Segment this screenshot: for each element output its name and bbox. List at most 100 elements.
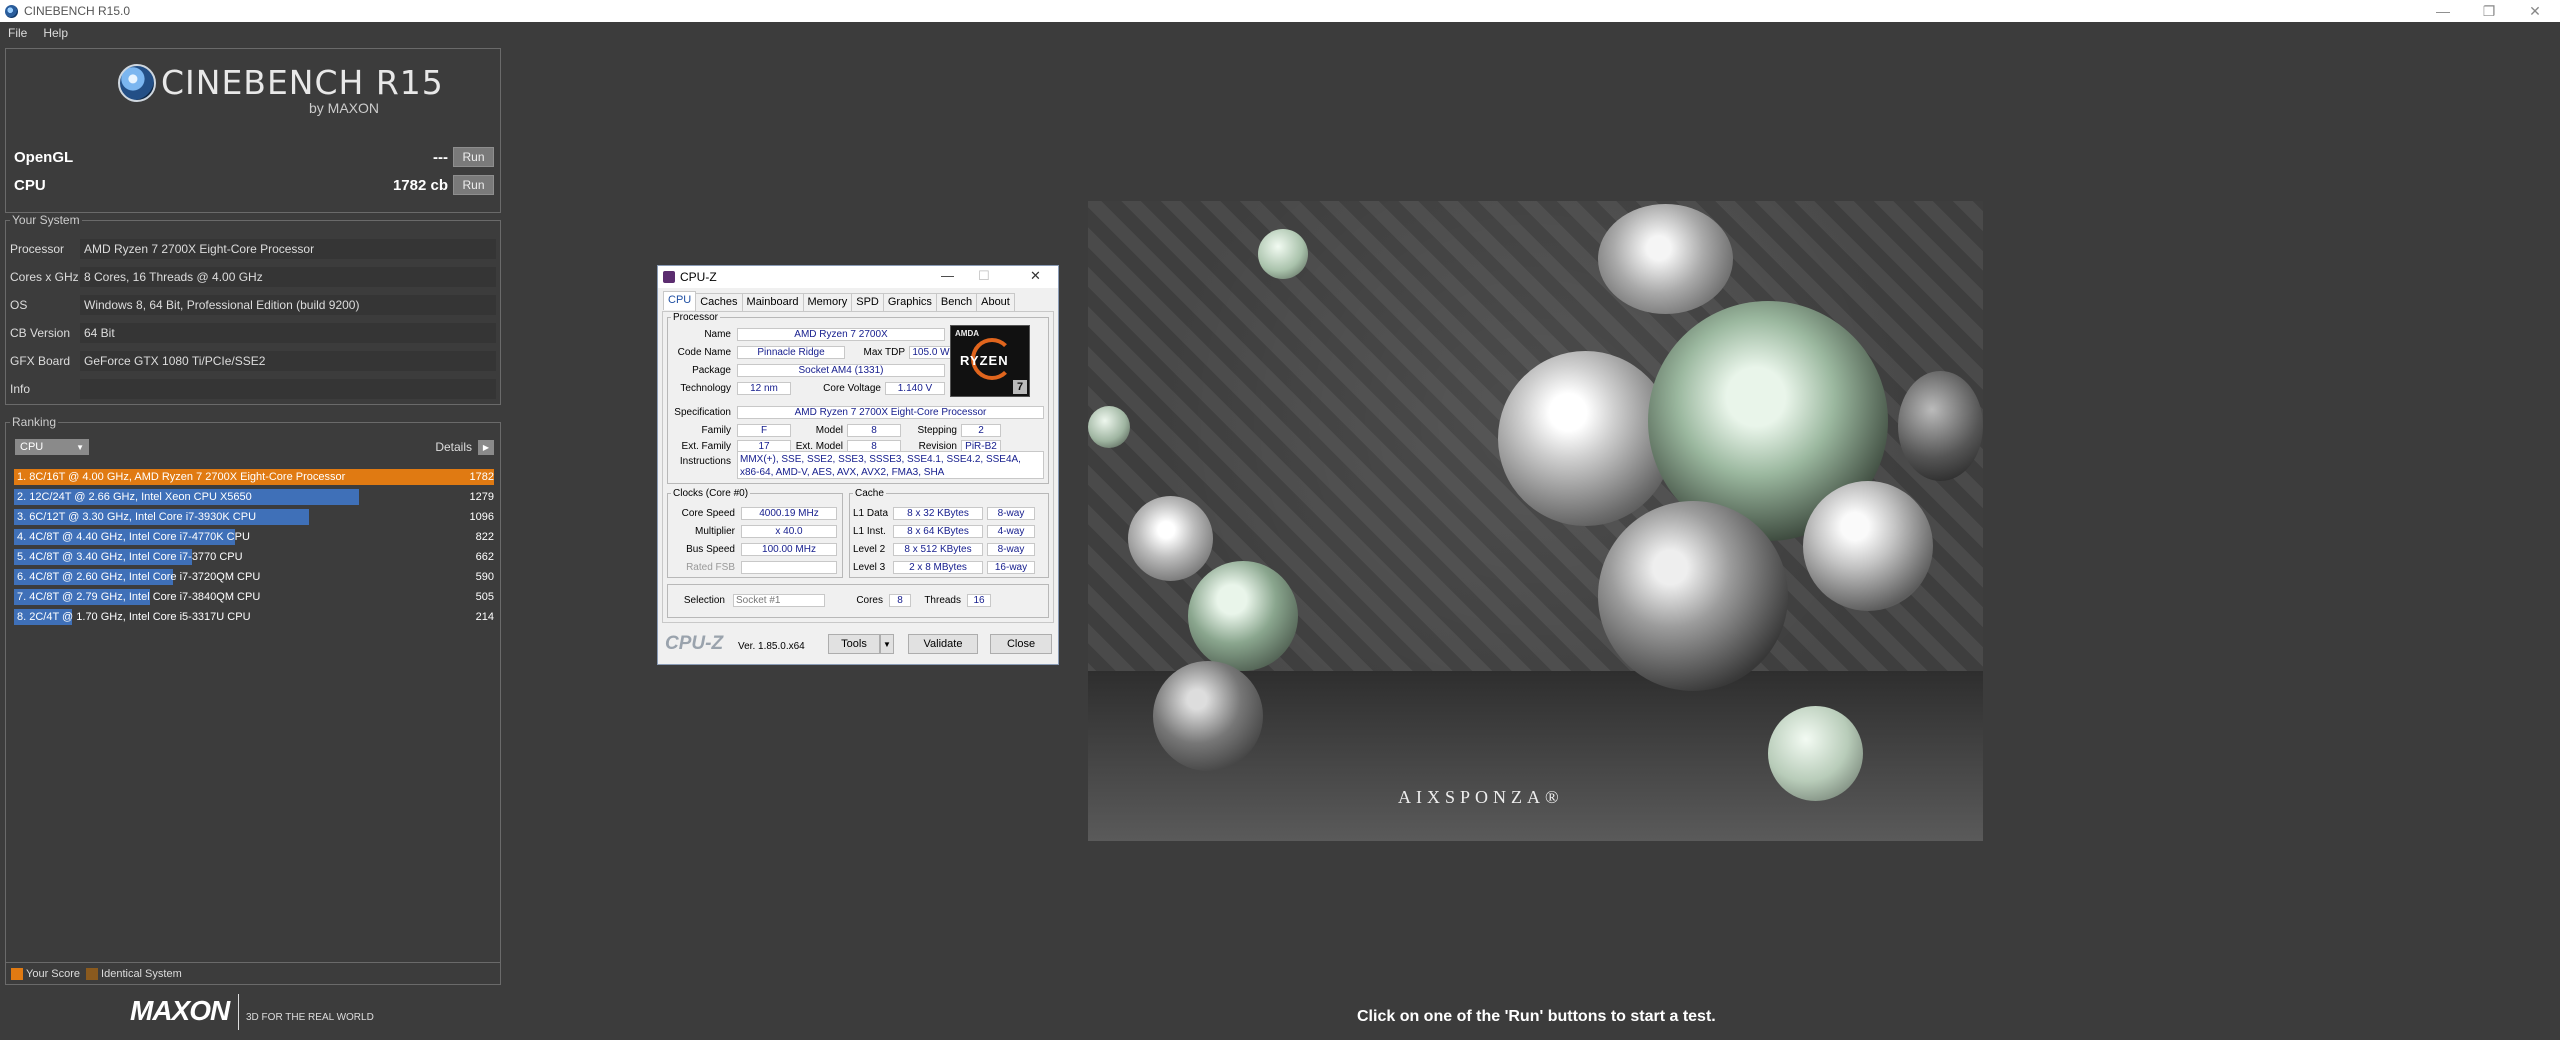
processor-legend: Processor [673, 312, 719, 323]
multiplier-value: x 40.0 [741, 524, 837, 538]
ranking-item[interactable]: 4. 4C/8T @ 4.40 GHz, Intel Core i7-4770K… [14, 527, 494, 547]
opengl-score: --- [433, 148, 448, 166]
tab-about[interactable]: About [976, 293, 1015, 312]
tab-bench[interactable]: Bench [935, 293, 978, 312]
cache-legend: Cache [855, 488, 884, 499]
revision-label: Revision [918, 440, 957, 452]
voltage-label: Core Voltage [823, 382, 881, 394]
codename-label: Code Name [677, 346, 731, 358]
ryzen-tier-badge: 7 [1013, 380, 1027, 394]
technology-label: Technology [680, 382, 731, 394]
system-key: Info [10, 382, 31, 396]
instructions-value: MMX(+), SSE, SSE2, SSE3, SSSE3, SSE4.1, … [737, 451, 1044, 479]
system-value: AMD Ryzen 7 2700X Eight-Core Processor [80, 239, 496, 259]
ranking-item[interactable]: 8. 2C/4T @ 1.70 GHz, Intel Core i5-3317U… [14, 607, 494, 627]
restore-button[interactable]: ❐ [2466, 0, 2512, 22]
threads-value: 16 [967, 593, 991, 607]
ranking-item-score: 662 [475, 551, 494, 563]
l2-value: 8 x 512 KBytes [893, 542, 983, 556]
corespeed-value: 4000.19 MHz [741, 506, 837, 520]
tools-dropdown-arrow-icon[interactable]: ▼ [880, 634, 894, 654]
technology-row: Technology 12 nm Core Voltage 1.140 V [671, 381, 945, 395]
stepping-label: Stepping [917, 424, 957, 436]
selection-label: Selection [683, 594, 725, 606]
ranking-legend: Your Score Identical System [6, 962, 500, 984]
details-toggle-button[interactable]: ▶ [478, 440, 494, 455]
cpuz-maximize-button[interactable]: ☐ [978, 268, 990, 284]
cpuz-close-button[interactable]: ✕ [1030, 268, 1041, 284]
ranking-item-label: 4. 4C/8T @ 4.40 GHz, Intel Core i7-4770K… [17, 531, 250, 543]
l1d-row: L1 Data 8 x 32 KBytes 8-way [853, 506, 1035, 520]
render-sphere [1258, 229, 1308, 279]
close-cpuz-button[interactable]: Close [990, 634, 1052, 654]
threads-label: Threads [924, 594, 961, 606]
ranking-item[interactable]: 7. 4C/8T @ 2.79 GHz, Intel Core i7-3840Q… [14, 587, 494, 607]
opengl-score-row: OpenGL --- Run [14, 146, 498, 168]
render-sphere [1153, 661, 1263, 771]
busspeed-value: 100.00 MHz [741, 542, 837, 556]
close-button[interactable]: ✕ [2512, 0, 2558, 22]
technology-value: 12 nm [737, 381, 791, 395]
l3-row: Level 3 2 x 8 MBytes 16-way [853, 560, 1035, 574]
tab-graphics[interactable]: Graphics [882, 293, 937, 312]
ranking-type-select[interactable]: CPU ▼ [15, 439, 89, 455]
system-key: GFX Board [10, 354, 71, 368]
ranking-item-score: 1096 [469, 511, 494, 523]
ranking-list: 1. 8C/16T @ 4.00 GHz, AMD Ryzen 7 2700X … [14, 467, 494, 627]
tab-mainboard[interactable]: Mainboard [741, 293, 804, 312]
render-sphere [1598, 501, 1788, 691]
minimize-button[interactable]: — [2420, 0, 2466, 22]
cpu-score-row: CPU 1782 cb Run [14, 174, 498, 196]
ranking-item[interactable]: 3. 6C/12T @ 3.30 GHz, Intel Core i7-3930… [14, 507, 494, 527]
system-value: 8 Cores, 16 Threads @ 4.00 GHz [80, 267, 496, 287]
tab-memory[interactable]: Memory [802, 293, 853, 312]
tab-cpu[interactable]: CPU [663, 291, 697, 310]
render-sphere [1498, 351, 1673, 526]
cores-value: 8 [889, 593, 911, 607]
clocks-legend: Clocks (Core #0) [673, 488, 749, 499]
validate-button[interactable]: Validate [908, 634, 978, 654]
ranking-item[interactable]: 6. 4C/8T @ 2.60 GHz, Intel Core i7-3720Q… [14, 567, 494, 587]
opengl-run-button[interactable]: Run [453, 147, 494, 167]
codename-value: Pinnacle Ridge [737, 345, 845, 359]
tab-spd[interactable]: SPD [851, 293, 884, 312]
system-value: 64 Bit [80, 323, 496, 343]
tools-button[interactable]: Tools [828, 634, 880, 654]
package-row: Package Socket AM4 (1331) [671, 363, 945, 377]
selection-row: Selection Socket #1 Cores 8 Threads 16 [671, 593, 991, 607]
cpuz-minimize-button[interactable]: — [941, 268, 954, 283]
l2-label: Level 2 [853, 543, 886, 555]
ranking-type-value: CPU [20, 441, 44, 453]
opengl-label: OpenGL [14, 148, 74, 166]
socket-select[interactable]: Socket #1 [733, 593, 825, 607]
menu-help[interactable]: Help [35, 26, 76, 40]
system-row: CB Version 64 Bit [10, 322, 496, 344]
ranking-item[interactable]: 1. 8C/16T @ 4.00 GHz, AMD Ryzen 7 2700X … [14, 467, 494, 487]
ryzen7-logo: AMDA RYZEN 7 [950, 325, 1030, 397]
ranking-item[interactable]: 5. 4C/8T @ 3.40 GHz, Intel Core i7-3770 … [14, 547, 494, 567]
your-system-title: Your System [10, 213, 82, 227]
corespeed-row: Core Speed 4000.19 MHz [671, 506, 837, 520]
ranking-item[interactable]: 2. 12C/24T @ 2.66 GHz, Intel Xeon CPU X5… [14, 487, 494, 507]
system-row: Info [10, 378, 496, 400]
aixsponza-text: AIXSPONZA® [1398, 787, 1564, 807]
ranking-item-label: 8. 2C/4T @ 1.70 GHz, Intel Core i5-3317U… [17, 611, 251, 623]
ranking-item-score: 822 [475, 531, 494, 543]
details-label: Details [435, 440, 472, 454]
l1i-way: 4-way [987, 524, 1035, 538]
cpu-run-button[interactable]: Run [453, 175, 494, 195]
ranking-item-score: 214 [475, 611, 494, 623]
spec-row: Specification AMD Ryzen 7 2700X Eight-Co… [671, 405, 1044, 419]
system-row: OS Windows 8, 64 Bit, Professional Editi… [10, 294, 496, 316]
cpuz-titlebar: CPU-Z — ☐ ✕ [658, 266, 1058, 288]
family-row: Family F Model 8 Stepping 2 [671, 423, 1001, 437]
busspeed-row: Bus Speed 100.00 MHz [671, 542, 837, 556]
l2-row: Level 2 8 x 512 KBytes 8-way [853, 542, 1035, 556]
model-label: Model [815, 424, 843, 436]
tab-caches[interactable]: Caches [695, 293, 743, 312]
system-key: Cores x GHz [10, 270, 79, 284]
ranking-item-label: 2. 12C/24T @ 2.66 GHz, Intel Xeon CPU X5… [17, 491, 252, 503]
info-field[interactable] [80, 379, 496, 399]
menu-file[interactable]: File [0, 26, 35, 40]
cpuz-version: Ver. 1.85.0.x64 [738, 641, 805, 652]
